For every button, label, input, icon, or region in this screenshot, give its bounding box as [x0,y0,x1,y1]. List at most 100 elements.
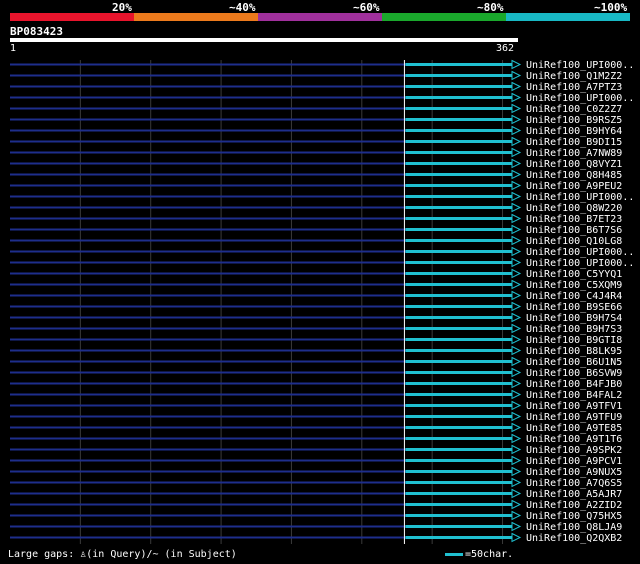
hit-row[interactable]: UniRef100_A7PTZ3 [10,81,622,93]
hit-row[interactable]: UniRef100_C5XQM9 [10,279,622,291]
hit-label[interactable]: UniRef100_Q75HX5 [526,511,622,522]
hit-row[interactable]: UniRef100_B4FAL2 [10,389,622,401]
hit-row[interactable]: UniRef100_A7NW89 [10,147,622,159]
hit-label[interactable]: UniRef100_UPI000.. [526,247,634,258]
hit-label[interactable]: UniRef100_UPI000.. [526,93,634,104]
hit-row[interactable]: UniRef100_Q8VYZ1 [10,158,622,170]
hit-label[interactable]: UniRef100_A9PEU2 [526,181,622,192]
hit-label[interactable]: UniRef100_A9TFU9 [526,412,622,423]
hit-arrow-icon [511,312,522,323]
hit-row[interactable]: UniRef100_B9SE66 [10,301,622,313]
hit-row[interactable]: UniRef100_C4J4R4 [10,290,622,302]
hit-row[interactable]: UniRef100_B9H7S3 [10,323,622,335]
hit-row[interactable]: UniRef100_A9TE85 [10,422,622,434]
hit-row[interactable]: UniRef100_Q8W220 [10,202,622,214]
hit-label[interactable]: UniRef100_A2ZID2 [526,500,622,511]
hit-label[interactable]: UniRef100_A9TFV1 [526,401,622,412]
hit-label[interactable]: UniRef100_A5AJR7 [526,489,622,500]
hit-label[interactable]: UniRef100_B9GTI8 [526,335,622,346]
hit-row[interactable]: UniRef100_B9HY64 [10,125,622,137]
hit-row[interactable]: UniRef100_Q2QXB2 [10,532,622,544]
hit-row[interactable]: UniRef100_UPI000.. [10,191,634,203]
hit-label[interactable]: UniRef100_B9RSZ5 [526,115,622,126]
hit-label[interactable]: UniRef100_UPI000.. [526,192,634,203]
hit-row[interactable]: UniRef100_B6SVW9 [10,367,622,379]
hit-arrow-icon [511,323,522,334]
hit-label[interactable]: UniRef100_A9SPK2 [526,445,622,456]
hit-row[interactable]: UniRef100_Q8LJA9 [10,521,622,533]
hit-label[interactable]: UniRef100_A9TE85 [526,423,622,434]
hit-arrow-icon [511,532,522,543]
hit-arrow-icon [511,521,522,532]
hit-arrow-icon [511,356,522,367]
hit-row[interactable]: UniRef100_A9TFV1 [10,400,622,412]
hit-label[interactable]: UniRef100_B6T7S6 [526,225,622,236]
hit-label[interactable]: UniRef100_Q8LJA9 [526,522,622,533]
hit-row[interactable]: UniRef100_B6U1N5 [10,356,622,368]
hit-row[interactable]: UniRef100_UPI000.. [10,92,634,104]
hit-label[interactable]: UniRef100_A7Q6S5 [526,478,622,489]
hit-arrow-icon [511,180,522,191]
hit-label[interactable]: UniRef100_B9H7S4 [526,313,622,324]
hit-label[interactable]: UniRef100_B9DI15 [526,137,622,148]
hit-row[interactable]: UniRef100_B9DI15 [10,136,622,148]
hit-row[interactable]: UniRef100_A9TFU9 [10,411,622,423]
hit-row[interactable]: UniRef100_B9GTI8 [10,334,622,346]
hit-row[interactable]: UniRef100_Q8H485 [10,169,622,181]
hit-row[interactable]: UniRef100_Q75HX5 [10,510,622,522]
hit-label[interactable]: UniRef100_C5YYQ1 [526,269,622,280]
hit-label[interactable]: UniRef100_C4J4R4 [526,291,622,302]
hit-arrow-icon [511,235,522,246]
hit-row[interactable]: UniRef100_UPI000.. [10,246,634,258]
hit-row[interactable]: UniRef100_Q1M2Z2 [10,70,622,82]
hit-label[interactable]: UniRef100_UPI000.. [526,258,634,269]
hit-arrow-icon [511,279,522,290]
hit-label[interactable]: UniRef100_A7NW89 [526,148,622,159]
hit-label[interactable]: UniRef100_A9T1T6 [526,434,622,445]
hit-row[interactable]: UniRef100_UPI000.. [10,257,634,269]
hit-row[interactable]: UniRef100_B8LK95 [10,345,622,357]
hit-label[interactable]: UniRef100_Q8W220 [526,203,622,214]
hit-row[interactable]: UniRef100_C0Z2Z7 [10,103,622,115]
hit-row[interactable]: UniRef100_A9T1T6 [10,433,622,445]
hit-label[interactable]: UniRef100_C5XQM9 [526,280,622,291]
hit-label[interactable]: UniRef100_B6U1N5 [526,357,622,368]
hit-row[interactable]: UniRef100_A9SPK2 [10,444,622,456]
hit-label[interactable]: UniRef100_Q10LG8 [526,236,622,247]
hit-row[interactable]: UniRef100_B4FJB0 [10,378,622,390]
hit-arrow-icon [511,246,522,257]
hit-label[interactable]: UniRef100_B8LK95 [526,346,622,357]
hit-row[interactable]: UniRef100_B9RSZ5 [10,114,622,126]
hit-label[interactable]: UniRef100_B4FAL2 [526,390,622,401]
hit-label[interactable]: UniRef100_B9HY64 [526,126,622,137]
hit-row[interactable]: UniRef100_B7ET23 [10,213,622,225]
hit-label[interactable]: UniRef100_B7ET23 [526,214,622,225]
hit-row[interactable]: UniRef100_C5YYQ1 [10,268,622,280]
hit-row[interactable]: UniRef100_A9PCV1 [10,455,622,467]
hit-label[interactable]: UniRef100_Q1M2Z2 [526,71,622,82]
hit-arrow-icon [511,59,522,70]
hit-label[interactable]: UniRef100_B6SVW9 [526,368,622,379]
hit-row[interactable]: UniRef100_A9NUX5 [10,466,622,478]
hit-row[interactable]: UniRef100_A7Q6S5 [10,477,622,489]
hit-label[interactable]: UniRef100_Q8VYZ1 [526,159,622,170]
hit-arrow-icon [511,400,522,411]
hit-label[interactable]: UniRef100_UPI000.. [526,60,634,71]
hit-label[interactable]: UniRef100_C0Z2Z7 [526,104,622,115]
hit-label[interactable]: UniRef100_B9H7S3 [526,324,622,335]
hit-label[interactable]: UniRef100_B9SE66 [526,302,622,313]
hit-label[interactable]: UniRef100_Q8H485 [526,170,622,181]
hit-row[interactable]: UniRef100_Q10LG8 [10,235,622,247]
hit-row[interactable]: UniRef100_A9PEU2 [10,180,622,192]
hit-label[interactable]: UniRef100_A9PCV1 [526,456,622,467]
hit-row[interactable]: UniRef100_B6T7S6 [10,224,622,236]
hit-row[interactable]: UniRef100_UPI000.. [10,59,634,71]
hit-label[interactable]: UniRef100_A7PTZ3 [526,82,622,93]
hit-label[interactable]: UniRef100_B4FJB0 [526,379,622,390]
hit-row[interactable]: UniRef100_A2ZID2 [10,499,622,511]
hit-arrow-icon [511,290,522,301]
hit-row[interactable]: UniRef100_A5AJR7 [10,488,622,500]
hit-row[interactable]: UniRef100_B9H7S4 [10,312,622,324]
hit-label[interactable]: UniRef100_Q2QXB2 [526,533,622,544]
hit-label[interactable]: UniRef100_A9NUX5 [526,467,622,478]
